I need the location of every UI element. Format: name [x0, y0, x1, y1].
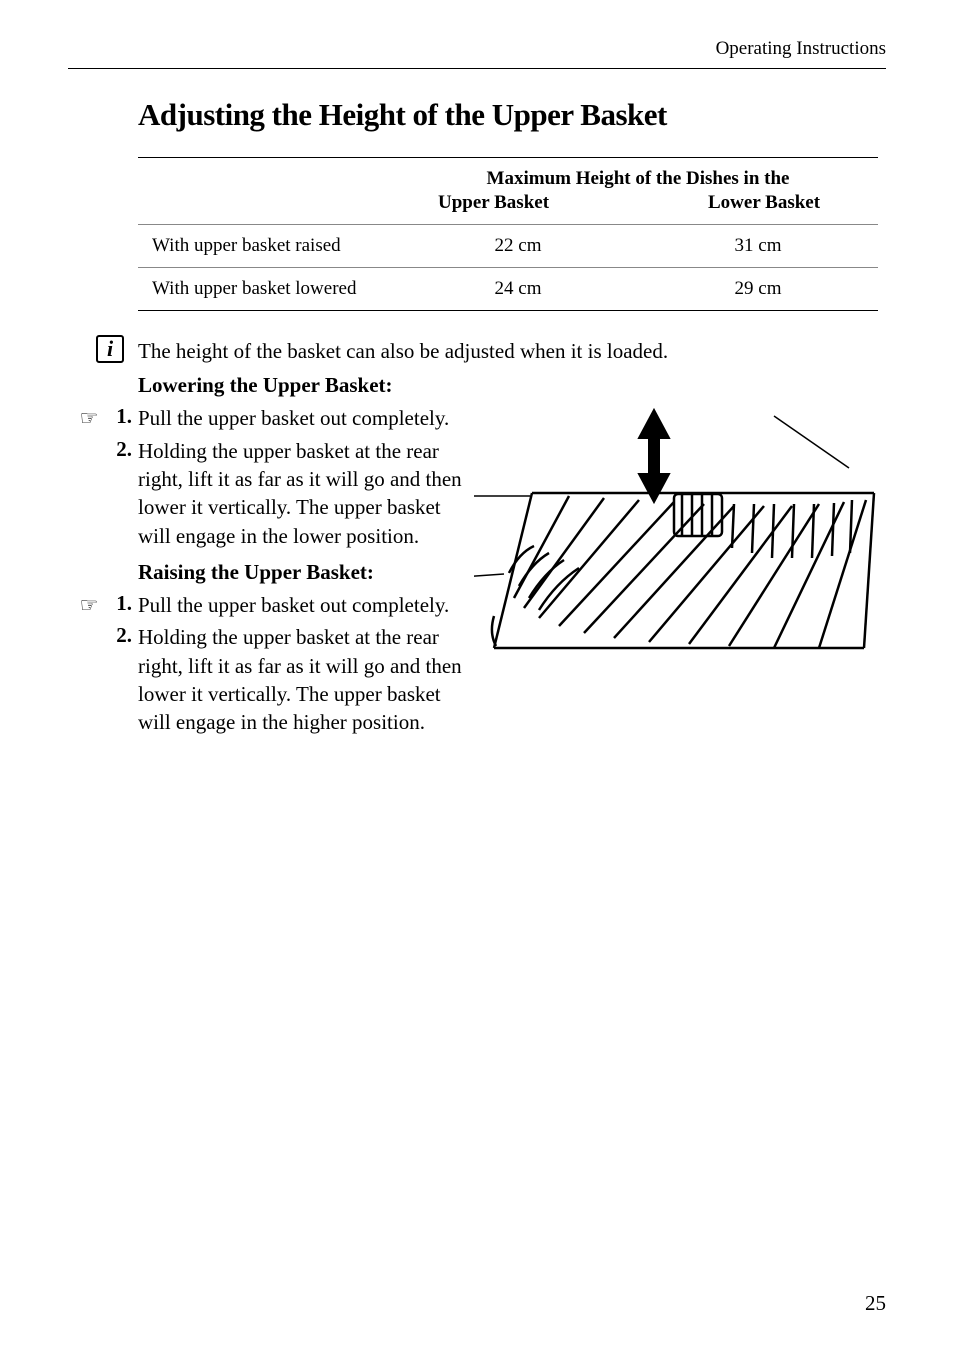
table-super-header: Maximum Height of the Dishes in the [398, 158, 878, 193]
row-lower: 29 cm [638, 268, 878, 311]
page-header: Operating Instructions [68, 38, 886, 69]
section-title: Operating Instructions [716, 38, 886, 59]
table-col-lower: Lower Basket [638, 192, 878, 225]
info-note-text: The height of the basket can also be adj… [138, 335, 886, 365]
hand-icon: ☞ [80, 593, 99, 618]
hand-icon-container: ☞ [68, 404, 110, 431]
lowering-heading: Lowering the Upper Basket: [138, 373, 886, 398]
step-text: Holding the upper basket at the rear rig… [138, 623, 478, 736]
row-label: With upper basket raised [138, 225, 398, 268]
row-upper: 24 cm [398, 268, 638, 311]
step-number: 1. [110, 591, 138, 616]
hand-icon-container: ☞ [68, 591, 110, 618]
hand-icon: ☞ [80, 406, 99, 431]
row-label: With upper basket lowered [138, 268, 398, 311]
page-container: Operating Instructions Adjusting the Hei… [0, 0, 954, 1352]
info-icon: i [96, 335, 124, 363]
main-heading: Adjusting the Height of the Upper Basket [138, 97, 886, 133]
info-note-row: i The height of the basket can also be a… [68, 335, 886, 365]
step-number: 1. [110, 404, 138, 429]
row-lower: 31 cm [638, 225, 878, 268]
table-row: With upper basket raised 22 cm 31 cm [138, 225, 878, 268]
page-number: 25 [865, 1291, 886, 1316]
step-number: 2. [110, 623, 138, 648]
info-icon-container: i [68, 335, 138, 363]
table-row: With upper basket lowered 24 cm 29 cm [138, 268, 878, 311]
step-number: 2. [110, 437, 138, 462]
table-col-upper: Upper Basket [398, 192, 638, 225]
height-table: Maximum Height of the Dishes in the Uppe… [138, 157, 878, 311]
row-upper: 22 cm [398, 225, 638, 268]
step-text: Pull the upper basket out completely. [138, 591, 478, 619]
step-text: Holding the upper basket at the rear rig… [138, 437, 478, 550]
basket-diagram [474, 398, 894, 688]
